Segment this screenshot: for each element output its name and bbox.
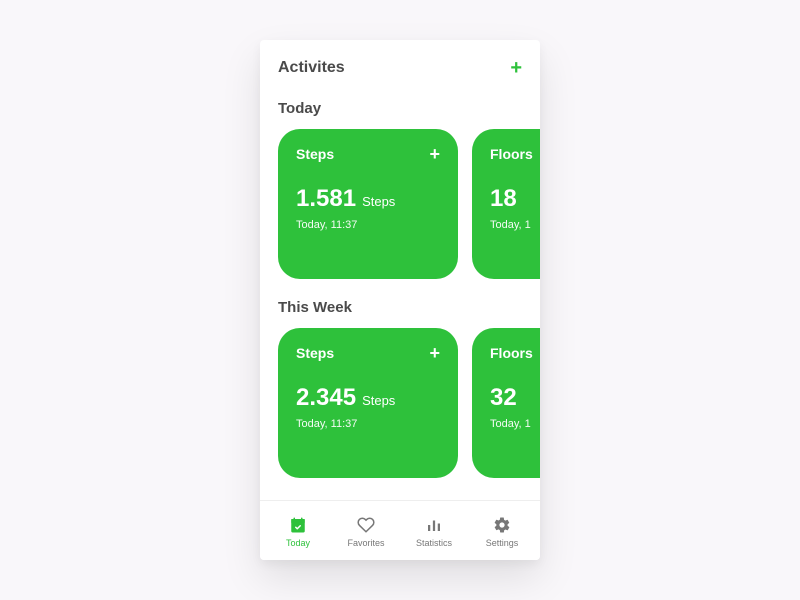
week-floors-card[interactable]: Floors + 32 Today, 1 (472, 328, 540, 478)
add-activity-icon[interactable]: + (510, 58, 522, 78)
gear-icon (492, 515, 512, 535)
bar-chart-icon (424, 515, 444, 535)
heart-icon (356, 515, 376, 535)
tab-label: Favorites (347, 538, 384, 548)
card-time: Today, 11:37 (296, 219, 440, 231)
card-unit: Steps (362, 393, 395, 408)
section-this-week: This Week Steps + 2.345 Steps Today, 11:… (278, 299, 540, 478)
tab-label: Settings (486, 538, 519, 548)
tab-today[interactable]: Today (264, 515, 332, 548)
content-area: Activites + Today Steps + 1.581 Steps To… (260, 40, 540, 500)
week-steps-card[interactable]: Steps + 2.345 Steps Today, 11:37 (278, 328, 458, 478)
section-today: Today Steps + 1.581 Steps Today, 11:37 F… (278, 100, 540, 279)
today-cards-row[interactable]: Steps + 1.581 Steps Today, 11:37 Floors … (278, 129, 540, 279)
card-time: Today, 1 (490, 219, 540, 231)
calendar-check-icon (288, 515, 308, 535)
card-title: Steps (296, 345, 334, 361)
card-value: 2.345 (296, 384, 356, 412)
card-value: 18 (490, 185, 517, 213)
section-title-week: This Week (278, 299, 540, 316)
card-title: Floors (490, 345, 533, 361)
week-cards-row[interactable]: Steps + 2.345 Steps Today, 11:37 Floors … (278, 328, 540, 478)
today-steps-card[interactable]: Steps + 1.581 Steps Today, 11:37 (278, 129, 458, 279)
card-title: Steps (296, 146, 334, 162)
card-title: Floors (490, 146, 533, 162)
tab-label: Statistics (416, 538, 452, 548)
card-add-icon[interactable]: + (429, 145, 440, 163)
app-screen: Activites + Today Steps + 1.581 Steps To… (260, 40, 540, 560)
card-add-icon[interactable]: + (429, 344, 440, 362)
card-value: 1.581 (296, 185, 356, 213)
today-floors-card[interactable]: Floors + 18 Today, 1 (472, 129, 540, 279)
card-unit: Steps (362, 194, 395, 209)
tab-favorites[interactable]: Favorites (332, 515, 400, 548)
tab-settings[interactable]: Settings (468, 515, 536, 548)
page-title: Activites (278, 59, 345, 77)
card-time: Today, 11:37 (296, 418, 440, 430)
header: Activites + (278, 58, 540, 78)
tab-label: Today (286, 538, 310, 548)
tab-statistics[interactable]: Statistics (400, 515, 468, 548)
section-title-today: Today (278, 100, 540, 117)
tab-bar: Today Favorites Statistics Settings (260, 500, 540, 560)
card-value: 32 (490, 384, 517, 412)
card-time: Today, 1 (490, 418, 540, 430)
